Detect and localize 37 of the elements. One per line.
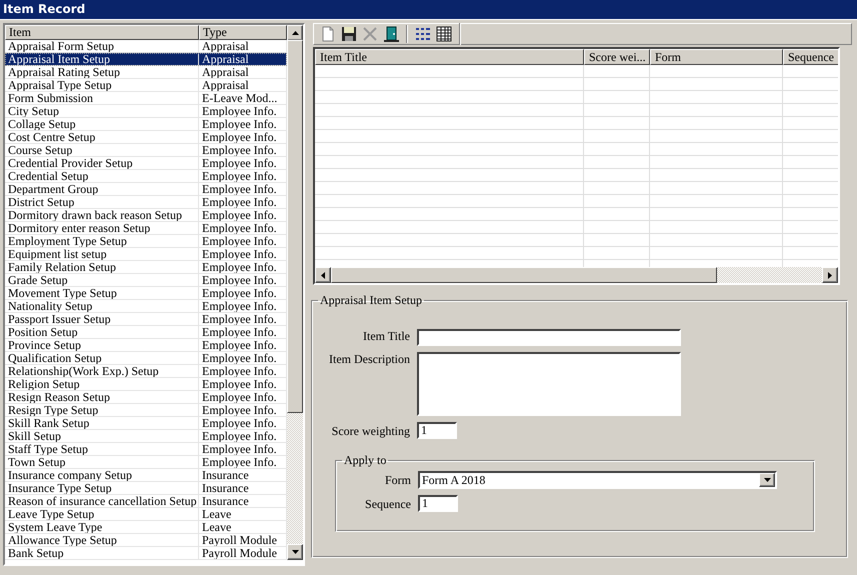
right-triangle-icon	[828, 272, 832, 278]
window-title: Item Record	[2, 2, 86, 16]
group-title: Appraisal Item Setup	[319, 293, 423, 308]
left-triangle-icon	[321, 272, 325, 278]
table-cell: Form Submission	[5, 92, 199, 104]
door-icon[interactable]	[382, 25, 400, 43]
scrollbar-thumb[interactable]	[331, 267, 717, 283]
column-header[interactable]: Sequence	[783, 49, 838, 65]
field-label: Sequence	[364, 496, 412, 512]
column-header[interactable]: Form	[650, 49, 783, 65]
scroll-left-button[interactable]	[315, 267, 331, 283]
table-icon[interactable]	[435, 25, 453, 43]
dropdown-button[interactable]	[759, 473, 775, 487]
scrollbar-thumb[interactable]	[287, 40, 303, 413]
text-area[interactable]	[417, 352, 681, 416]
column-header[interactable]: Item Title	[315, 49, 584, 65]
field-label: Form	[384, 472, 412, 488]
column-header[interactable]: Item	[5, 25, 199, 40]
dropdown[interactable]: Form A 2018	[418, 471, 777, 489]
number-field[interactable]: 1	[418, 495, 458, 512]
field-label: Score weighting	[330, 423, 411, 439]
list-view-icon[interactable]	[414, 25, 432, 43]
scroll-down-button[interactable]	[287, 544, 303, 560]
field-label: Item Description	[328, 352, 411, 367]
floppy-disk-icon[interactable]	[340, 25, 358, 43]
down-triangle-icon	[292, 550, 298, 554]
text-field[interactable]	[417, 329, 681, 346]
list-row[interactable]: Form Submission E-Leave Mod...	[5, 92, 287, 105]
scroll-right-button[interactable]	[822, 267, 838, 283]
group-title: Apply to	[343, 453, 388, 468]
column-header[interactable]: Type	[199, 25, 287, 40]
field-label: Item Title	[362, 329, 411, 344]
number-field[interactable]: 1	[417, 422, 457, 439]
up-triangle-icon	[292, 31, 298, 35]
down-triangle-icon	[764, 478, 770, 482]
scroll-up-button[interactable]	[287, 25, 303, 41]
column-header[interactable]: Score wei...	[584, 49, 650, 65]
